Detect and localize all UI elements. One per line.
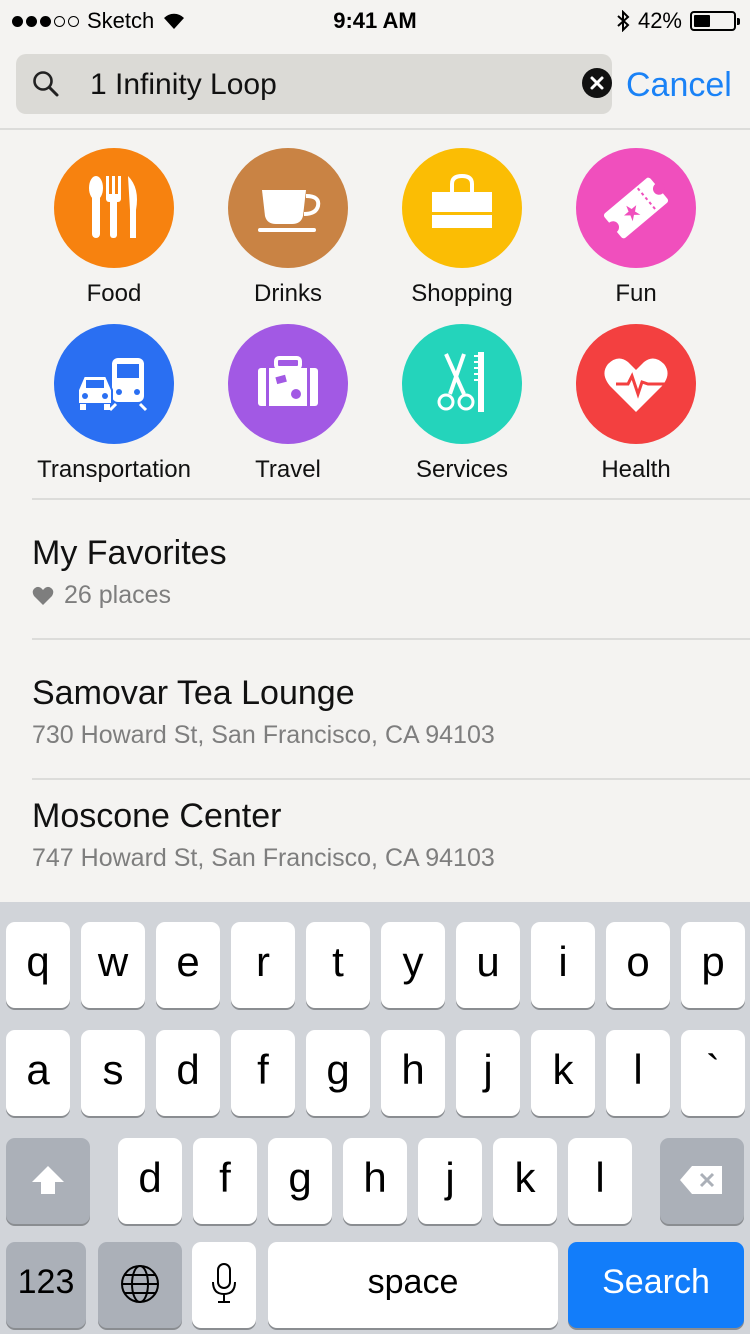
category-fun-circle bbox=[576, 148, 696, 268]
key-a[interactable]: a bbox=[6, 1030, 70, 1116]
keyboard: qwertyuiop a s d f g h j k l ` dfghjkl 123 s bbox=[0, 902, 750, 1334]
key-l[interactable]: l bbox=[606, 1030, 670, 1116]
category-label: Fun bbox=[615, 280, 657, 307]
status-bar: Sketch 9:41 AM 42% bbox=[0, 0, 750, 40]
category-food[interactable]: Food bbox=[24, 148, 204, 308]
key-backtick[interactable]: ` bbox=[681, 1030, 745, 1116]
key-p[interactable]: p bbox=[681, 922, 745, 1008]
shopping-icon bbox=[432, 173, 492, 228]
heart-icon bbox=[32, 586, 54, 605]
category-fun[interactable]: Fun bbox=[546, 148, 726, 308]
category-shopping[interactable]: Shopping bbox=[372, 148, 552, 308]
category-label: Transportation bbox=[37, 456, 191, 483]
key-k[interactable]: k bbox=[531, 1030, 595, 1116]
shift-icon bbox=[32, 1166, 64, 1194]
key-f[interactable]: f bbox=[231, 1030, 295, 1116]
key-h[interactable]: h bbox=[343, 1138, 407, 1224]
result-address: 747 Howard St, San Francisco, CA 94103 bbox=[32, 844, 495, 872]
battery-fill bbox=[694, 15, 710, 27]
category-health-circle bbox=[576, 324, 696, 444]
key-s[interactable]: s bbox=[81, 1030, 145, 1116]
category-shopping-circle bbox=[402, 148, 522, 268]
globe-key[interactable] bbox=[98, 1242, 182, 1328]
category-health[interactable]: Health bbox=[546, 324, 726, 484]
category-services-circle bbox=[402, 324, 522, 444]
key-i[interactable]: i bbox=[531, 922, 595, 1008]
key-d[interactable]: d bbox=[156, 1030, 220, 1116]
search-icon bbox=[33, 71, 59, 97]
favorites-row[interactable]: My Favorites 26 places bbox=[32, 534, 227, 610]
search-input[interactable]: 1 Infinity Loop bbox=[16, 54, 612, 114]
bluetooth-icon bbox=[617, 10, 630, 32]
suitcase-icon bbox=[258, 356, 318, 406]
key-d[interactable]: d bbox=[118, 1138, 182, 1224]
food-icon bbox=[89, 176, 137, 238]
result-name: Moscone Center bbox=[32, 797, 282, 835]
category-label: Food bbox=[86, 280, 142, 307]
key-o[interactable]: o bbox=[606, 922, 670, 1008]
key-h[interactable]: h bbox=[381, 1030, 445, 1116]
key-u[interactable]: u bbox=[456, 922, 520, 1008]
delete-key[interactable] bbox=[660, 1138, 744, 1224]
search-value: 1 Infinity Loop bbox=[90, 68, 277, 101]
category-transportation-circle bbox=[54, 324, 174, 444]
favorites-count-row: 26 places bbox=[32, 581, 227, 610]
divider bbox=[32, 498, 750, 500]
category-label: Drinks bbox=[253, 280, 322, 307]
battery-percent: 42% bbox=[637, 8, 682, 33]
category-drinks[interactable]: Drinks bbox=[198, 148, 378, 308]
key-q[interactable]: q bbox=[6, 922, 70, 1008]
result-name: Samovar Tea Lounge bbox=[32, 674, 355, 712]
transportation-icon bbox=[77, 358, 148, 412]
clear-icon[interactable] bbox=[582, 68, 612, 98]
key-l[interactable]: l bbox=[568, 1138, 632, 1224]
search-key[interactable]: Search bbox=[568, 1242, 744, 1328]
category-transportation[interactable]: Transportation bbox=[24, 324, 204, 484]
cancel-button[interactable]: Cancel bbox=[626, 66, 732, 105]
category-label: Services bbox=[415, 456, 509, 483]
key-r[interactable]: r bbox=[231, 922, 295, 1008]
key-j[interactable]: j bbox=[418, 1138, 482, 1224]
key-e[interactable]: e bbox=[156, 922, 220, 1008]
space-key[interactable]: space bbox=[268, 1242, 558, 1328]
numbers-key[interactable]: 123 bbox=[6, 1242, 86, 1328]
status-right: 42% bbox=[616, 8, 740, 34]
ticket-icon bbox=[603, 177, 669, 239]
shift-key[interactable] bbox=[6, 1138, 90, 1224]
key-g[interactable]: g bbox=[306, 1030, 370, 1116]
key-f[interactable]: f bbox=[193, 1138, 257, 1224]
key-j[interactable]: j bbox=[456, 1030, 520, 1116]
list-item[interactable]: Moscone Center 747 Howard St, San Franci… bbox=[32, 797, 495, 873]
scissors-comb-icon bbox=[437, 352, 484, 412]
microphone-icon bbox=[212, 1263, 236, 1303]
category-drinks-circle bbox=[228, 148, 348, 268]
category-travel-circle bbox=[228, 324, 348, 444]
category-food-circle bbox=[54, 148, 174, 268]
heart-pulse-icon bbox=[604, 358, 676, 412]
category-travel[interactable]: Travel bbox=[198, 324, 378, 484]
delete-icon bbox=[680, 1166, 722, 1194]
microphone-key[interactable] bbox=[192, 1242, 256, 1328]
key-t[interactable]: t bbox=[306, 922, 370, 1008]
category-services[interactable]: Services bbox=[372, 324, 552, 484]
key-y[interactable]: y bbox=[381, 922, 445, 1008]
category-label: Travel bbox=[255, 456, 321, 483]
divider bbox=[0, 128, 750, 130]
globe-icon bbox=[121, 1265, 159, 1303]
key-g[interactable]: g bbox=[268, 1138, 332, 1224]
list-item[interactable]: Samovar Tea Lounge 730 Howard St, San Fr… bbox=[32, 674, 495, 750]
divider bbox=[32, 638, 750, 640]
result-address: 730 Howard St, San Francisco, CA 94103 bbox=[32, 721, 495, 749]
divider bbox=[32, 778, 750, 780]
favorites-count: 26 places bbox=[64, 581, 172, 609]
favorites-title: My Favorites bbox=[32, 534, 227, 572]
search-row: 1 Infinity Loop Cancel bbox=[0, 54, 750, 114]
drinks-icon bbox=[258, 190, 321, 232]
key-w[interactable]: w bbox=[81, 922, 145, 1008]
category-label: Shopping bbox=[411, 280, 513, 307]
key-k[interactable]: k bbox=[493, 1138, 557, 1224]
battery-icon bbox=[690, 11, 740, 31]
category-label: Health bbox=[601, 456, 671, 483]
